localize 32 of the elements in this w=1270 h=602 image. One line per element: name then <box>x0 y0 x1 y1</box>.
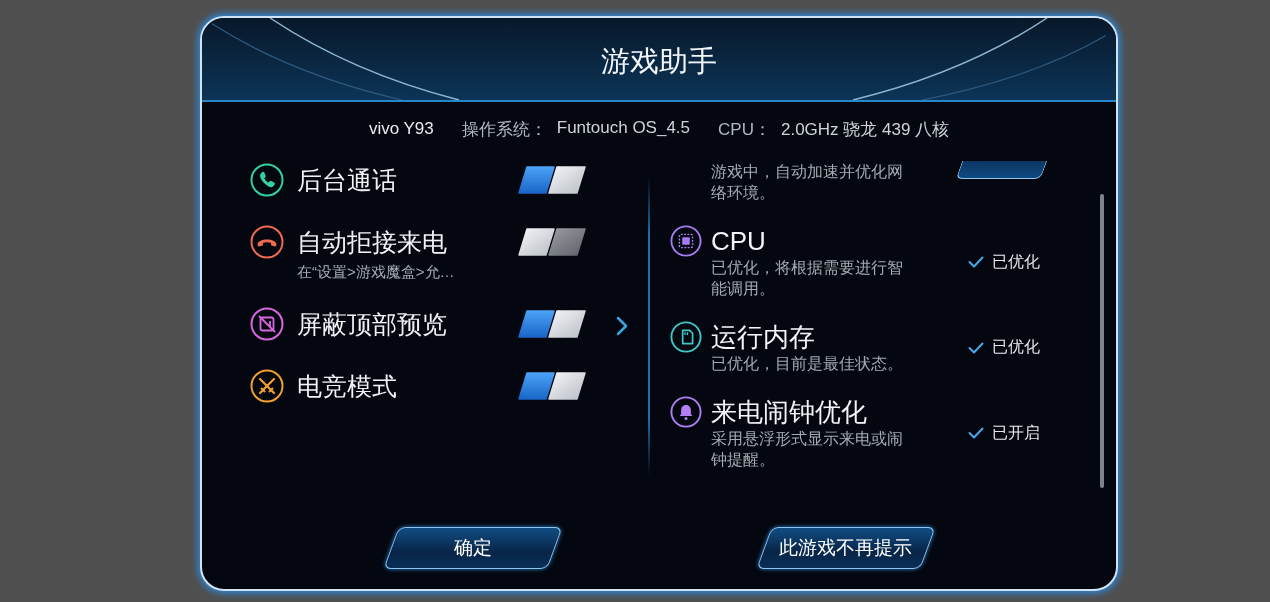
setting-label: 屏蔽顶部预览 <box>297 308 447 340</box>
toggle-switch[interactable] <box>518 372 586 400</box>
setting-label: 后台通话 <box>297 164 397 196</box>
toggle-switch[interactable] <box>518 228 586 256</box>
optimization-description: 已优化，目前是最佳状态。 <box>711 354 904 374</box>
cpu-label: CPU： <box>718 118 771 141</box>
optimization-description: 已优化，将根据需要进行智能调用。 <box>711 258 904 299</box>
device-model: vivo Y93 <box>368 119 434 139</box>
optimization-description: 采用悬浮形式显示来电或闹钟提醒。 <box>711 429 904 470</box>
os-label: 操作系统： <box>461 118 547 141</box>
dialog-title: 游戏助手 <box>601 44 717 79</box>
optimization-title: 来电闹钟优化 <box>711 396 867 428</box>
status-text: 已优化 <box>992 337 1040 357</box>
chevron-right-icon[interactable] <box>616 316 628 336</box>
check-icon <box>968 256 984 268</box>
status-text: 已开启 <box>992 422 1040 443</box>
toggle-switch[interactable] <box>518 310 586 338</box>
cpu-value: 2.0GHz 骁龙 439 八核 <box>780 118 950 141</box>
optimization-description: 游戏中，自动加速并优化网络环境。 <box>711 162 904 203</box>
optimization-title: CPU <box>711 225 766 257</box>
os-value: Funtouch OS_4.5 <box>556 117 691 139</box>
setting-label: 电竞模式 <box>297 370 397 402</box>
check-icon <box>968 341 984 354</box>
optimization-title: 运行内存 <box>711 321 815 353</box>
setting-label: 自动拒接来电 <box>297 226 447 258</box>
confirm-button[interactable]: 确定 <box>382 526 563 569</box>
setting-hint: 在“设置>游戏魔盒>允… <box>297 262 455 282</box>
toggle-switch[interactable] <box>518 166 586 194</box>
check-icon <box>968 427 984 439</box>
dont-show-again-button[interactable]: 此游戏不再提示 <box>755 526 936 569</box>
scroll-bar[interactable] <box>1100 194 1104 488</box>
status-text: 已优化 <box>992 251 1040 272</box>
